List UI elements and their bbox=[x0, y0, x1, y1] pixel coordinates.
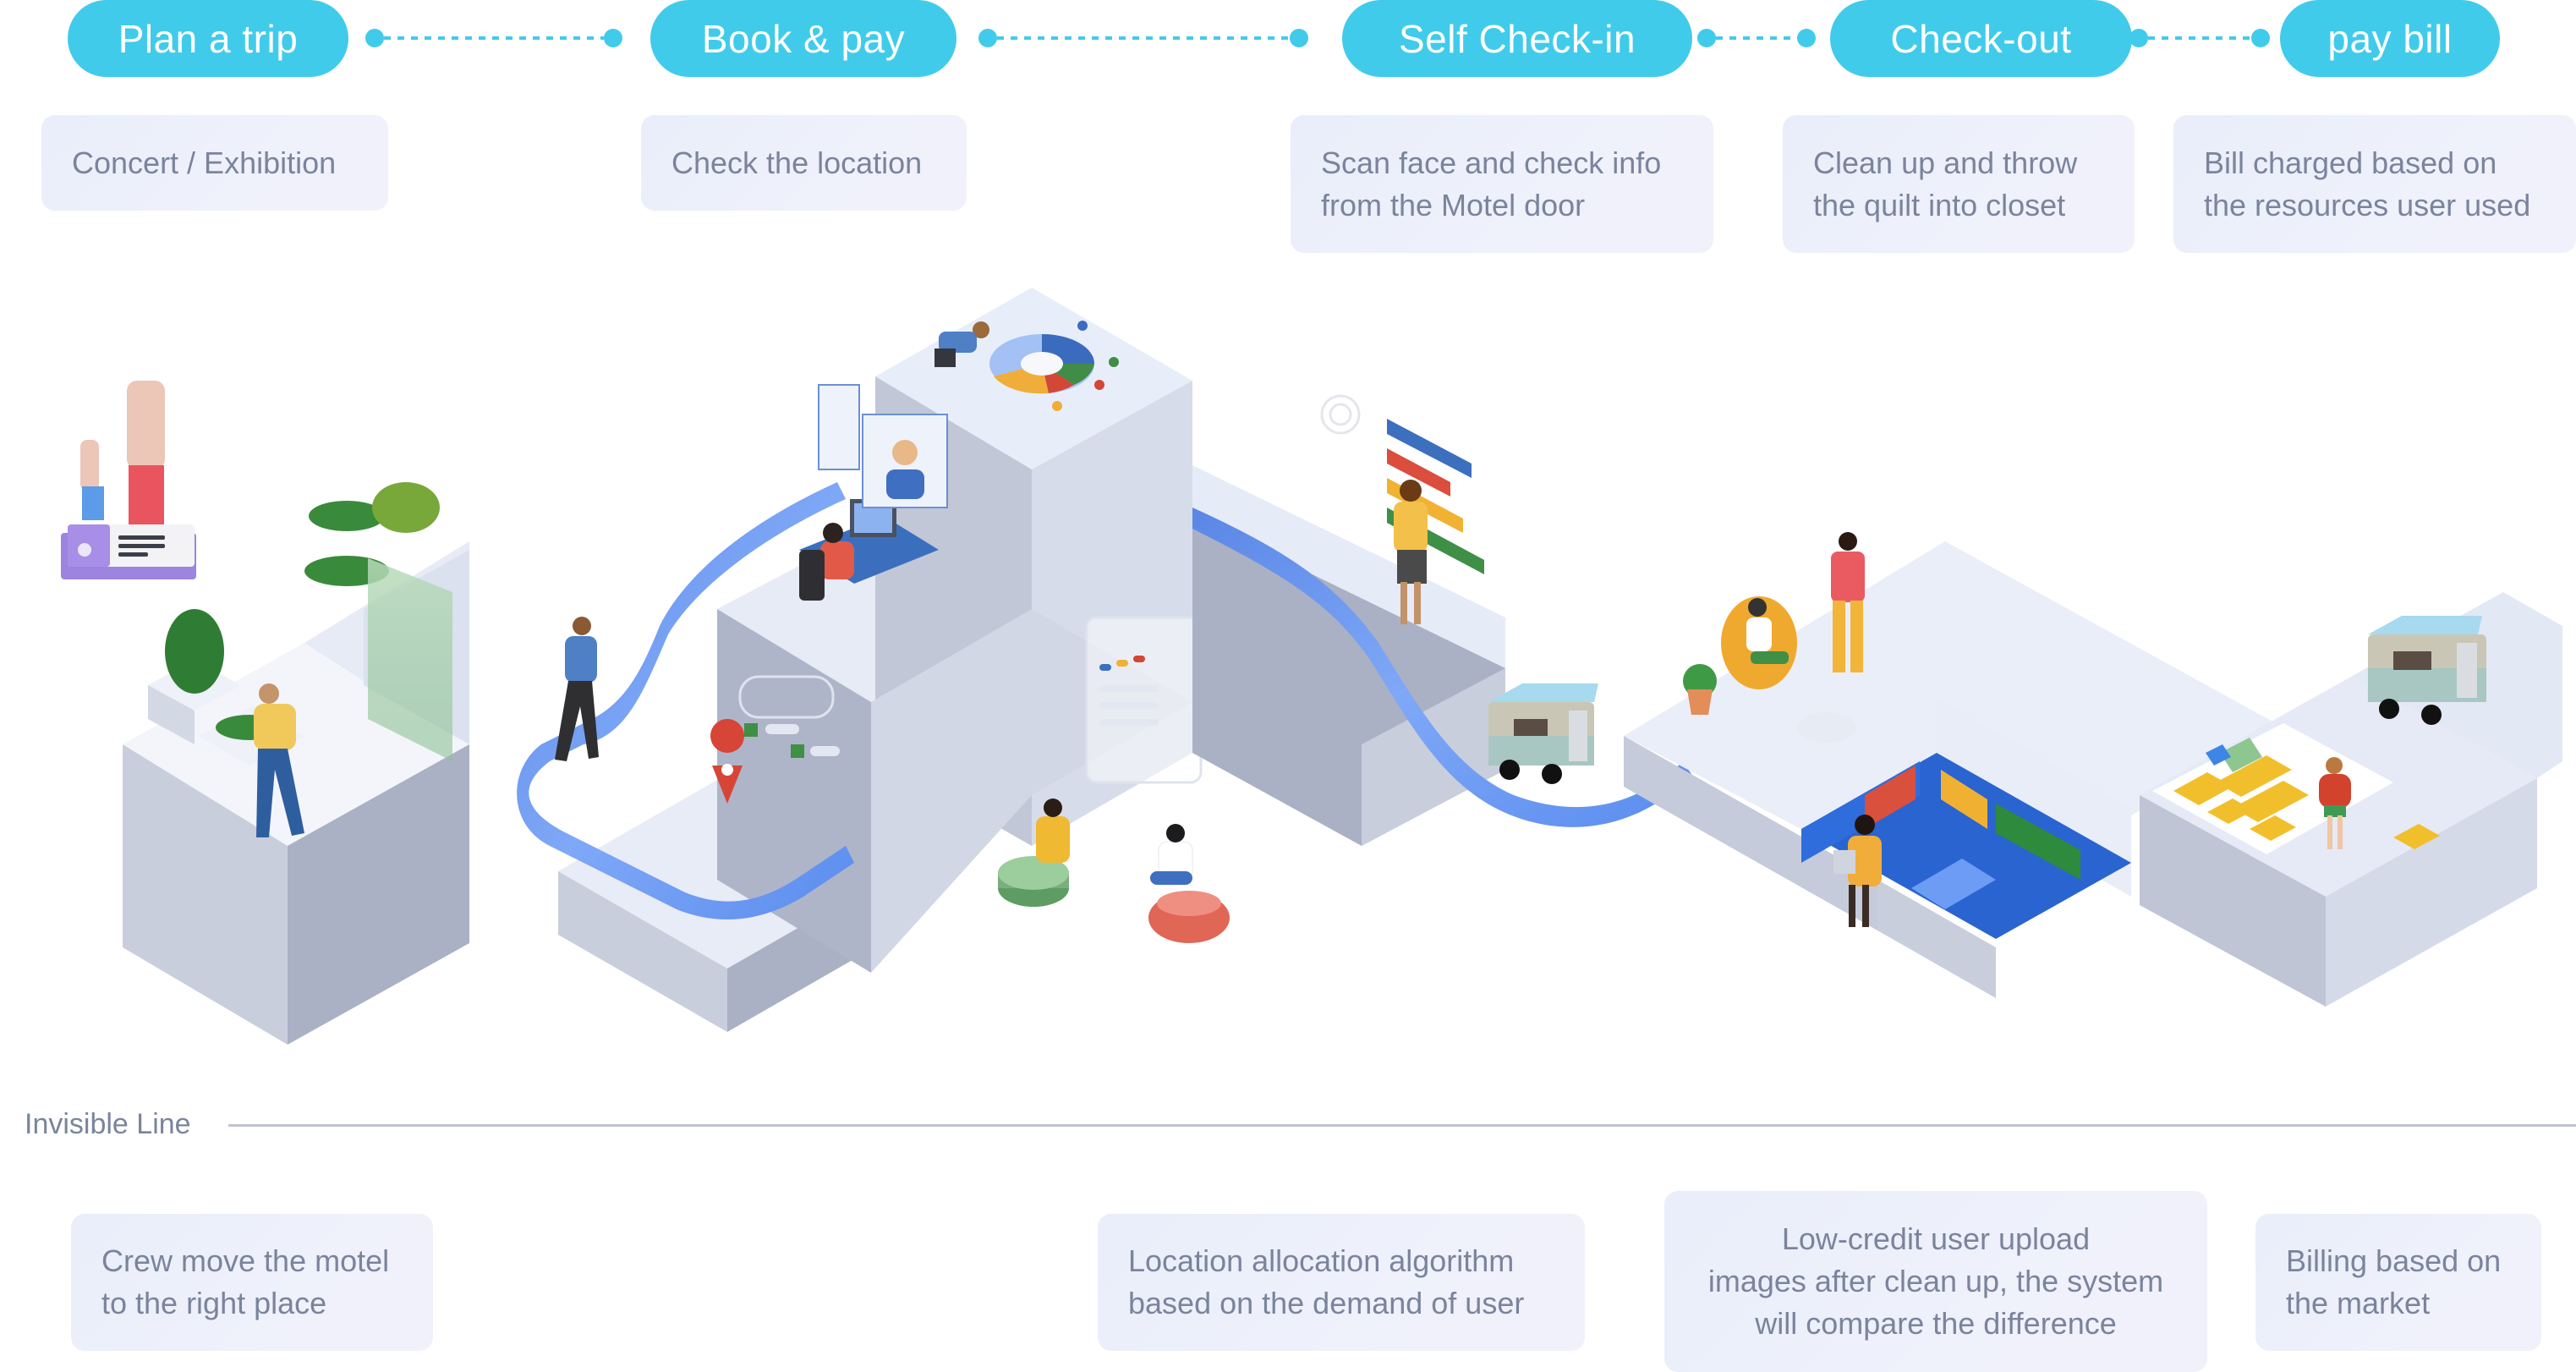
connector-dashes bbox=[384, 36, 604, 40]
concert-ticket-scene bbox=[61, 381, 469, 1045]
connector-dot bbox=[604, 29, 622, 47]
connector-dot bbox=[1290, 29, 1308, 47]
backstage-action-text: Billing based on the market bbox=[2286, 1243, 2502, 1320]
backstage-action-card: Location allocation algorithm based on t… bbox=[1098, 1214, 1585, 1351]
user-action-card: Bill charged based on the resources user… bbox=[2173, 115, 2576, 253]
stage-plan-a-trip[interactable]: Plan a trip bbox=[68, 0, 348, 77]
stage-check-out[interactable]: Check-out bbox=[1830, 0, 2132, 77]
stage-pay-bill[interactable]: pay bill bbox=[2280, 0, 2500, 77]
raised-hands-icon bbox=[80, 381, 165, 529]
connector-dot bbox=[978, 29, 997, 47]
invisible-line-divider bbox=[228, 1124, 2576, 1127]
connector-dashes bbox=[997, 36, 1290, 40]
backstage-action-text: Crew move the motel to the right place bbox=[101, 1243, 390, 1320]
stage-connector bbox=[2129, 29, 2270, 47]
user-action-card: Scan face and check info from the Motel … bbox=[1291, 115, 1713, 253]
user-action-text: Concert / Exhibition bbox=[72, 145, 337, 180]
backstage-action-card: Low-credit user upload images after clea… bbox=[1664, 1191, 2207, 1372]
stage-connector bbox=[365, 29, 622, 47]
stage-connector bbox=[978, 29, 1308, 47]
list-panel-icon bbox=[1085, 616, 1203, 784]
journey-illustration bbox=[61, 288, 2562, 1045]
stage-connector bbox=[1697, 29, 1816, 47]
round-table bbox=[1797, 712, 1856, 743]
user-action-text: Scan face and check info from the Motel … bbox=[1321, 145, 1662, 222]
billing-scene bbox=[2140, 592, 2562, 1007]
backstage-action-card: Billing based on the market bbox=[2255, 1214, 2541, 1351]
check-in-scene bbox=[1192, 394, 1691, 846]
music-ticket-icon bbox=[61, 524, 196, 579]
backstage-action-text: Location allocation algorithm based on t… bbox=[1128, 1243, 1525, 1320]
connector-dot bbox=[2129, 29, 2148, 47]
user-action-card: Concert / Exhibition bbox=[41, 115, 388, 211]
stage-book-and-pay[interactable]: Book & pay bbox=[650, 0, 956, 77]
connector-dot bbox=[365, 29, 384, 47]
egg-chair-person bbox=[1721, 596, 1797, 689]
connector-dashes bbox=[2148, 36, 2251, 40]
user-action-card: Clean up and throw the quilt into closet bbox=[1783, 115, 2135, 253]
face-scan-icon bbox=[1320, 394, 1361, 435]
connector-dashes bbox=[1716, 36, 1797, 40]
backstage-action-card: Crew move the motel to the right place bbox=[71, 1214, 433, 1351]
connector-dot bbox=[1697, 29, 1716, 47]
user-action-text: Bill charged based on the resources user… bbox=[2204, 145, 2531, 222]
backstage-action-text: Low-credit user upload images after clea… bbox=[1707, 1221, 2164, 1341]
booking-scene bbox=[517, 288, 1230, 1032]
connector-dot bbox=[2251, 29, 2270, 47]
user-action-card: Check the location bbox=[641, 115, 967, 211]
user-action-text: Clean up and throw the quilt into closet bbox=[1813, 145, 2078, 222]
user-action-text: Check the location bbox=[671, 145, 923, 180]
motel-pod-icon bbox=[1488, 683, 1598, 784]
connector-dot bbox=[1797, 29, 1816, 47]
stage-self-check-in[interactable]: Self Check-in bbox=[1342, 0, 1692, 77]
invisible-line-label: Invisible Line bbox=[25, 1108, 191, 1140]
